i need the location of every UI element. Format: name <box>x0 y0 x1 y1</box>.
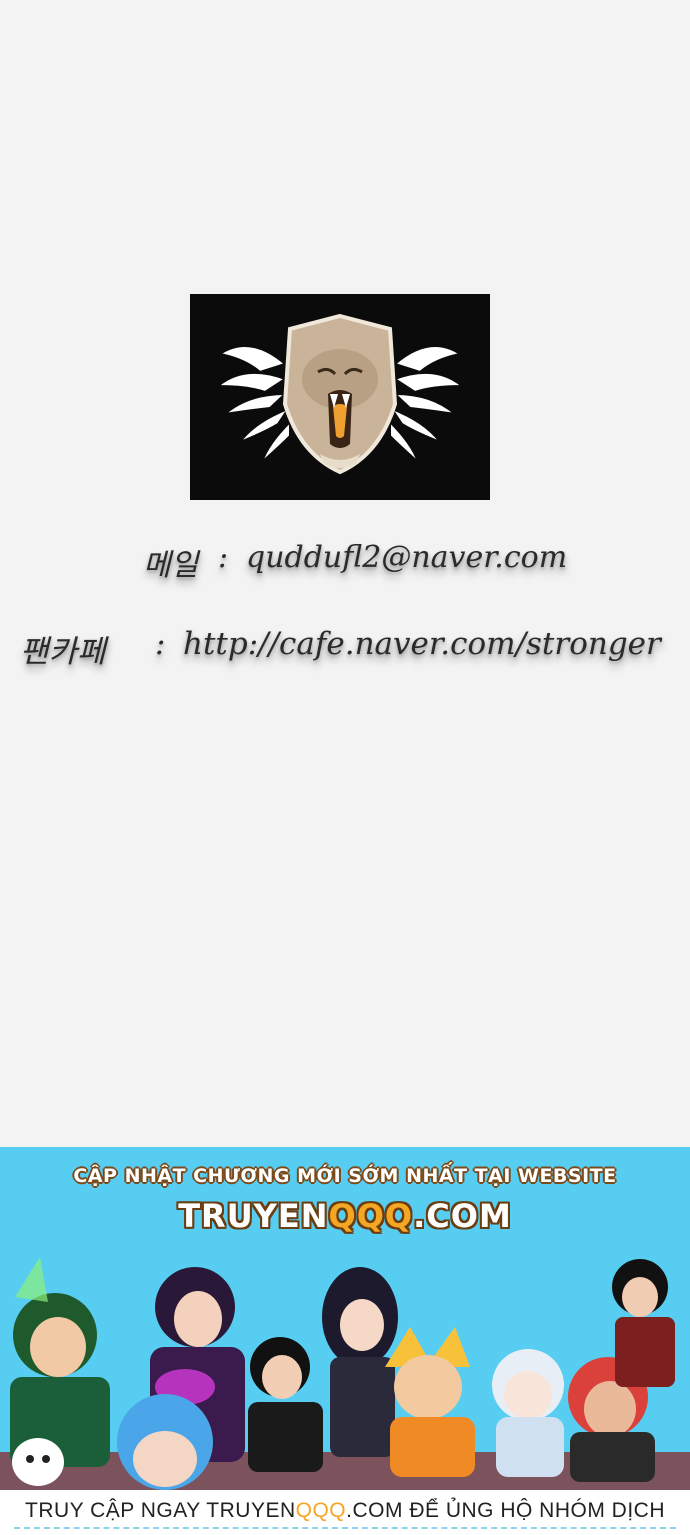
lion-crest-icon <box>215 313 465 475</box>
footer-divider <box>14 1527 676 1529</box>
email-separator: : <box>218 540 229 575</box>
character-swordsman <box>612 1259 675 1387</box>
email-value: quddufl2@naver.com <box>246 540 568 575</box>
character-green-hero <box>10 1257 110 1467</box>
character-orange-ninja <box>385 1327 475 1477</box>
lion-crest-logo <box>190 294 490 500</box>
banner-headline: CẬP NHẬT CHƯƠNG MỚI SỚM NHẤT TẠI WEBSITE <box>73 1165 617 1187</box>
character-white-hood <box>492 1349 564 1477</box>
footer-text-highlight: QQQ <box>295 1499 347 1522</box>
character-blue-hair <box>117 1394 213 1490</box>
promo-banner[interactable]: CẬP NHẬT CHƯƠNG MỚI SỚM NHẤT TẠI WEBSITE… <box>0 1147 690 1490</box>
cat-mascot <box>12 1438 64 1486</box>
fan-cafe-label: 팬카페 <box>20 634 106 670</box>
fan-cafe-url[interactable]: http://cafe.naver.com/stronger <box>183 626 661 662</box>
footer-text-suffix: .COM ĐỂ ỦNG HỘ NHÓM DỊCH <box>346 1499 665 1522</box>
character-long-hair <box>322 1267 398 1457</box>
anime-characters-illustration <box>0 1257 690 1490</box>
email-label: 메일 <box>143 548 199 583</box>
page: 메일 : quddufl2@naver.com 팬카페 : http://caf… <box>0 0 690 1535</box>
character-dark-hair <box>248 1337 323 1472</box>
footer-cta[interactable]: TRUY CẬP NGAY TRUYENQQQ.COM ĐỂ ỦNG HỘ NH… <box>0 1490 690 1535</box>
fan-cafe-separator: : <box>155 626 166 662</box>
footer-text-prefix: TRUY CẬP NGAY TRUYEN <box>25 1499 296 1522</box>
